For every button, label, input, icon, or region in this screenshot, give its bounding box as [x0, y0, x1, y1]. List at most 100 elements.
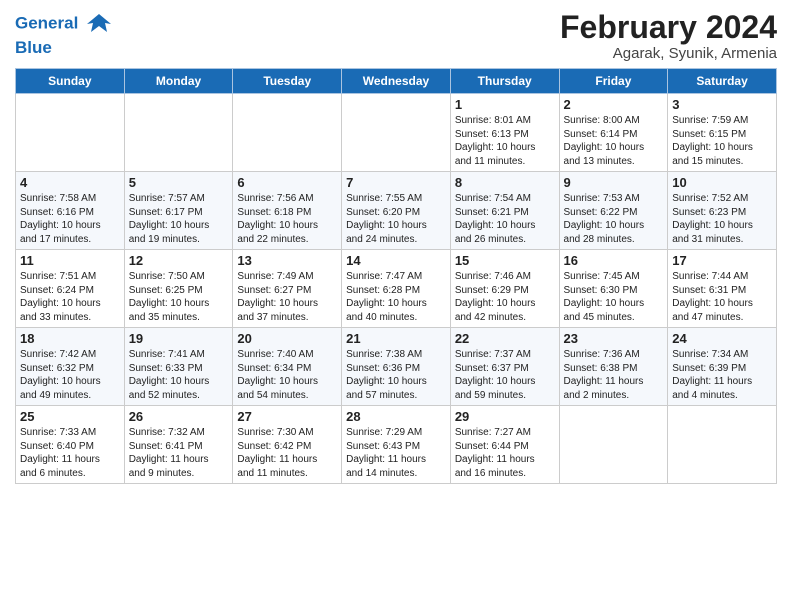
day-info: Sunrise: 7:58 AM Sunset: 6:16 PM Dayligh…: [20, 192, 120, 246]
day-info: Sunrise: 7:30 AM Sunset: 6:42 PM Dayligh…: [237, 426, 337, 480]
day-number: 13: [237, 253, 337, 268]
day-info: Sunrise: 7:29 AM Sunset: 6:43 PM Dayligh…: [346, 426, 446, 480]
day-info: Sunrise: 7:51 AM Sunset: 6:24 PM Dayligh…: [20, 270, 120, 324]
calendar-cell: 15Sunrise: 7:46 AM Sunset: 6:29 PM Dayli…: [450, 250, 559, 328]
day-header-wednesday: Wednesday: [342, 69, 451, 94]
day-number: 18: [20, 331, 120, 346]
day-number: 12: [129, 253, 229, 268]
calendar-title: February 2024: [560, 10, 777, 45]
day-number: 3: [672, 97, 772, 112]
calendar-cell: 17 Sunrise: 7:44 AM Sunset: 6:31 PM Dayli…: [668, 250, 777, 328]
calendar-cell: 24Sunrise: 7:34 AM Sunset: 6:39 PM Dayli…: [668, 328, 777, 406]
logo-blue: Blue: [15, 38, 113, 58]
calendar-cell: 21Sunrise: 7:38 AM Sunset: 6:36 PM Dayli…: [342, 328, 451, 406]
calendar-cell: 23 Sunrise: 7:36 AM Sunset: 6:38 PM Dayli…: [559, 328, 668, 406]
calendar-cell: [342, 94, 451, 172]
week-row-5: 25 Sunrise: 7:33 AM Sunset: 6:40 PM Dayli…: [16, 406, 777, 484]
calendar-cell: 9 Sunrise: 7:53 AM Sunset: 6:22 PM Daylig…: [559, 172, 668, 250]
calendar-cell: [124, 94, 233, 172]
calendar-cell: 10 Sunrise: 7:52 AM Sunset: 6:23 PM Dayli…: [668, 172, 777, 250]
day-info: Sunrise: 7:55 AM Sunset: 6:20 PM Dayligh…: [346, 192, 446, 246]
day-info: Sunrise: 7:27 AM Sunset: 6:44 PM Dayligh…: [455, 426, 555, 480]
day-info: Sunrise: 7:59 AM Sunset: 6:15 PM Dayligh…: [672, 114, 772, 168]
day-header-thursday: Thursday: [450, 69, 559, 94]
day-number: 16: [564, 253, 664, 268]
calendar-cell: 27 Sunrise: 7:30 AM Sunset: 6:42 PM Dayli…: [233, 406, 342, 484]
day-info: Sunrise: 7:47 AM Sunset: 6:28 PM Dayligh…: [346, 270, 446, 324]
day-number: 1: [455, 97, 555, 112]
day-info: Sunrise: 7:49 AM Sunset: 6:27 PM Dayligh…: [237, 270, 337, 324]
calendar-cell: 4 Sunrise: 7:58 AM Sunset: 6:16 PM Daylig…: [16, 172, 125, 250]
logo-general: General: [15, 13, 78, 32]
day-header-monday: Monday: [124, 69, 233, 94]
calendar-cell: 5Sunrise: 7:57 AM Sunset: 6:17 PM Daylig…: [124, 172, 233, 250]
calendar-cell: 11 Sunrise: 7:51 AM Sunset: 6:24 PM Dayli…: [16, 250, 125, 328]
day-header-sunday: Sunday: [16, 69, 125, 94]
calendar-cell: [233, 94, 342, 172]
calendar-cell: 26Sunrise: 7:32 AM Sunset: 6:41 PM Dayli…: [124, 406, 233, 484]
day-number: 6: [237, 175, 337, 190]
day-number: 27: [237, 409, 337, 424]
calendar-body: 1 Sunrise: 8:01 AM Sunset: 6:13 PM Daylig…: [16, 94, 777, 484]
day-info: Sunrise: 7:34 AM Sunset: 6:39 PM Dayligh…: [672, 348, 772, 402]
day-header-tuesday: Tuesday: [233, 69, 342, 94]
day-info: Sunrise: 7:37 AM Sunset: 6:37 PM Dayligh…: [455, 348, 555, 402]
calendar-cell: 3 Sunrise: 7:59 AM Sunset: 6:15 PM Daylig…: [668, 94, 777, 172]
day-info: Sunrise: 7:42 AM Sunset: 6:32 PM Dayligh…: [20, 348, 120, 402]
day-number: 29: [455, 409, 555, 424]
day-info: Sunrise: 7:44 AM Sunset: 6:31 PM Dayligh…: [672, 270, 772, 324]
day-info: Sunrise: 7:41 AM Sunset: 6:33 PM Dayligh…: [129, 348, 229, 402]
day-number: 19: [129, 331, 229, 346]
logo-bird-icon: [85, 10, 113, 38]
day-number: 14: [346, 253, 446, 268]
logo: General Blue: [15, 10, 113, 58]
day-number: 4: [20, 175, 120, 190]
day-number: 17: [672, 253, 772, 268]
calendar-cell: 22Sunrise: 7:37 AM Sunset: 6:37 PM Dayli…: [450, 328, 559, 406]
week-row-3: 11 Sunrise: 7:51 AM Sunset: 6:24 PM Dayli…: [16, 250, 777, 328]
day-info: Sunrise: 8:00 AM Sunset: 6:14 PM Dayligh…: [564, 114, 664, 168]
day-number: 11: [20, 253, 120, 268]
calendar-cell: 16 Sunrise: 7:45 AM Sunset: 6:30 PM Dayli…: [559, 250, 668, 328]
calendar-cell: 20Sunrise: 7:40 AM Sunset: 6:34 PM Dayli…: [233, 328, 342, 406]
day-number: 15: [455, 253, 555, 268]
calendar-cell: 14 Sunrise: 7:47 AM Sunset: 6:28 PM Dayli…: [342, 250, 451, 328]
calendar-cell: 19 Sunrise: 7:41 AM Sunset: 6:33 PM Dayli…: [124, 328, 233, 406]
day-number: 9: [564, 175, 664, 190]
calendar-cell: 8Sunrise: 7:54 AM Sunset: 6:21 PM Daylig…: [450, 172, 559, 250]
day-info: Sunrise: 8:01 AM Sunset: 6:13 PM Dayligh…: [455, 114, 555, 168]
calendar-cell: 29 Sunrise: 7:27 AM Sunset: 6:44 PM Dayli…: [450, 406, 559, 484]
calendar-cell: 25 Sunrise: 7:33 AM Sunset: 6:40 PM Dayli…: [16, 406, 125, 484]
calendar-cell: 7 Sunrise: 7:55 AM Sunset: 6:20 PM Daylig…: [342, 172, 451, 250]
calendar-cell: 1 Sunrise: 8:01 AM Sunset: 6:13 PM Daylig…: [450, 94, 559, 172]
day-number: 10: [672, 175, 772, 190]
day-number: 8: [455, 175, 555, 190]
day-info: Sunrise: 7:53 AM Sunset: 6:22 PM Dayligh…: [564, 192, 664, 246]
day-info: Sunrise: 7:50 AM Sunset: 6:25 PM Dayligh…: [129, 270, 229, 324]
calendar-cell: 13 Sunrise: 7:49 AM Sunset: 6:27 PM Dayli…: [233, 250, 342, 328]
calendar-cell: 28Sunrise: 7:29 AM Sunset: 6:43 PM Dayli…: [342, 406, 451, 484]
day-number: 21: [346, 331, 446, 346]
calendar-cell: [559, 406, 668, 484]
day-info: Sunrise: 7:57 AM Sunset: 6:17 PM Dayligh…: [129, 192, 229, 246]
day-header-friday: Friday: [559, 69, 668, 94]
calendar-cell: 2 Sunrise: 8:00 AM Sunset: 6:14 PM Daylig…: [559, 94, 668, 172]
day-info: Sunrise: 7:45 AM Sunset: 6:30 PM Dayligh…: [564, 270, 664, 324]
day-header-saturday: Saturday: [668, 69, 777, 94]
calendar-cell: 18 Sunrise: 7:42 AM Sunset: 6:32 PM Dayli…: [16, 328, 125, 406]
day-number: 23: [564, 331, 664, 346]
day-number: 25: [20, 409, 120, 424]
week-row-2: 4 Sunrise: 7:58 AM Sunset: 6:16 PM Daylig…: [16, 172, 777, 250]
day-info: Sunrise: 7:33 AM Sunset: 6:40 PM Dayligh…: [20, 426, 120, 480]
day-number: 2: [564, 97, 664, 112]
week-row-4: 18 Sunrise: 7:42 AM Sunset: 6:32 PM Dayli…: [16, 328, 777, 406]
day-info: Sunrise: 7:32 AM Sunset: 6:41 PM Dayligh…: [129, 426, 229, 480]
day-number: 7: [346, 175, 446, 190]
day-info: Sunrise: 7:52 AM Sunset: 6:23 PM Dayligh…: [672, 192, 772, 246]
calendar-cell: 12 Sunrise: 7:50 AM Sunset: 6:25 PM Dayli…: [124, 250, 233, 328]
day-info: Sunrise: 7:36 AM Sunset: 6:38 PM Dayligh…: [564, 348, 664, 402]
calendar-page: General Blue February 2024 Agarak, Syuni…: [0, 0, 792, 612]
week-row-1: 1 Sunrise: 8:01 AM Sunset: 6:13 PM Daylig…: [16, 94, 777, 172]
calendar-subtitle: Agarak, Syunik, Armenia: [560, 45, 777, 62]
calendar-header-row: SundayMondayTuesdayWednesdayThursdayFrid…: [16, 69, 777, 94]
